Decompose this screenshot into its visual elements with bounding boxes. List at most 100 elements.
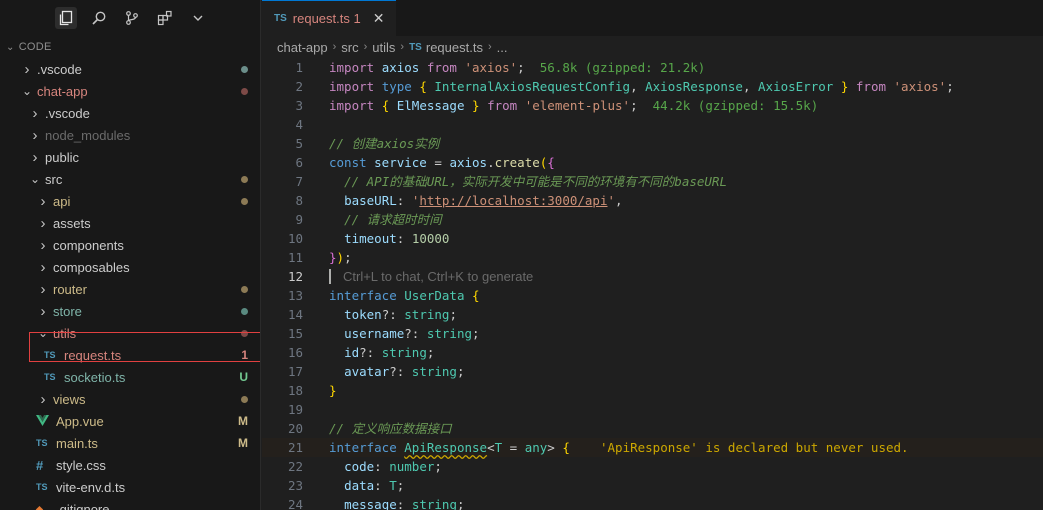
code-token: username [344, 326, 405, 341]
code-token: ; [456, 364, 465, 379]
tree-file[interactable]: TS request.ts 1 [0, 344, 260, 366]
code-line[interactable]: 16 id?: string; [262, 343, 1043, 362]
tree-file[interactable]: TS vite-env.d.ts [0, 476, 260, 498]
code-line[interactable]: 24 message: string; [262, 495, 1043, 510]
tree-folder[interactable]: › api [0, 190, 260, 212]
code-token: = [509, 440, 525, 455]
code-token: : [396, 193, 412, 208]
close-icon[interactable]: ✕ [373, 10, 385, 27]
tree-folder[interactable]: › composables [0, 256, 260, 278]
chevron-down-icon[interactable] [187, 7, 209, 29]
tree-folder[interactable]: › store [0, 300, 260, 322]
chevron-down-icon: ⌄ [37, 326, 49, 340]
url-link[interactable]: http://localhost:3000/api [419, 193, 607, 208]
tree-folder[interactable]: › assets [0, 212, 260, 234]
code-token: axios [449, 155, 488, 170]
code-line[interactable]: 7 // API的基础URL，实际开发中可能是不同的环境有不同的baseURL [262, 172, 1043, 191]
files-icon[interactable] [55, 7, 77, 29]
code-token: id [344, 345, 360, 360]
breadcrumb-more[interactable]: ... [497, 40, 508, 55]
tree-file[interactable]: App.vue M [0, 410, 260, 432]
code-line[interactable]: 20 // 定义响应数据接口 [262, 419, 1043, 438]
code-editor[interactable]: 1 import axios from 'axios'; 56.8k (gzipp… [262, 58, 1043, 510]
tree-folder[interactable]: › public [0, 146, 260, 168]
code-token: = [434, 155, 450, 170]
code-line[interactable]: 23 data: T; [262, 476, 1043, 495]
typescript-file-icon: TS [274, 13, 287, 24]
code-line[interactable]: 8 baseURL: 'http://localhost:3000/api', [262, 191, 1043, 210]
code-line[interactable]: 15 username?: string; [262, 324, 1043, 343]
git-status-badge: 1 [241, 348, 248, 362]
tree-item-label: public [45, 149, 79, 165]
code-line[interactable]: 11}); [262, 248, 1043, 267]
code-line[interactable]: 13 interface UserData { [262, 286, 1043, 305]
typescript-file-icon: TS [44, 350, 56, 360]
tree-folder[interactable]: ⌄ src [0, 168, 260, 190]
code-token: data [344, 478, 375, 493]
code-text: import { ElMessage } from 'element-plus'… [329, 96, 818, 115]
code-line[interactable]: 22 code: number; [262, 457, 1043, 476]
git-status-dot [241, 80, 248, 102]
code-line[interactable]: 9 // 请求超时时间 [262, 210, 1043, 229]
code-line[interactable]: 14 token?: string; [262, 305, 1043, 324]
tree-folder[interactable]: › router [0, 278, 260, 300]
tree-item-label: style.css [56, 457, 106, 473]
code-token: T [494, 440, 510, 455]
code-token: ; [449, 307, 457, 322]
code-line[interactable]: 6 const service = axios.create({ [262, 153, 1043, 172]
code-line[interactable]: 4 [262, 115, 1043, 134]
code-line[interactable]: 18} [262, 381, 1043, 400]
code-text: baseURL: 'http://localhost:3000/api', [329, 191, 623, 210]
tree-folder[interactable]: › components [0, 234, 260, 256]
code-token: from [855, 79, 894, 94]
code-text: avatar?: string; [329, 362, 464, 381]
tree-item-label: composables [53, 259, 130, 275]
code-token: < [487, 440, 495, 455]
code-line[interactable]: 17 avatar?: string; [262, 362, 1043, 381]
line-number: 3 [295, 98, 303, 113]
chevron-right-icon: › [32, 148, 38, 166]
breadcrumb-item[interactable]: utils [372, 40, 395, 55]
code-token: 'axios' [893, 79, 947, 94]
code-line[interactable]: 12 Ctrl+L to chat, Ctrl+K to generate [262, 267, 1043, 286]
code-token: , [630, 79, 646, 94]
tree-folder[interactable]: ⌄ chat-app [0, 80, 260, 102]
tree-item-label: components [53, 237, 124, 253]
explorer-section-header[interactable]: ⌄ CODE [0, 36, 260, 58]
git-status-dot [241, 322, 248, 344]
tree-folder[interactable]: ⌄ utils [0, 322, 260, 344]
code-line[interactable]: 19 [262, 400, 1043, 419]
code-line[interactable]: 2 import type { InternalAxiosRequestConfi… [262, 77, 1043, 96]
tab-request-ts[interactable]: TS request.ts 1 ✕ [262, 0, 397, 36]
tree-item-label: assets [53, 215, 91, 231]
tree-folder[interactable]: › .vscode [0, 58, 260, 80]
code-line[interactable]: 1 import axios from 'axios'; 56.8k (gzipp… [262, 58, 1043, 77]
source-control-icon[interactable] [121, 7, 143, 29]
line-number: 4 [295, 117, 303, 132]
git-status-badge: M [238, 414, 248, 428]
code-line[interactable]: 21 interface ApiResponse<T = any> { 'ApiR… [262, 438, 1043, 457]
tree-folder[interactable]: › node_modules [0, 124, 260, 146]
search-icon[interactable] [88, 7, 110, 29]
breadcrumb-item[interactable]: src [341, 40, 358, 55]
tree-item-label: .vscode [37, 61, 82, 77]
line-number: 1 [295, 60, 303, 75]
code-line[interactable]: 3 import { ElMessage } from 'element-plus… [262, 96, 1043, 115]
code-line[interactable]: 5 // 创建axios实例 [262, 134, 1043, 153]
tree-file[interactable]: TS main.ts M [0, 432, 260, 454]
tree-folder[interactable]: › views [0, 388, 260, 410]
breadcrumb-item[interactable]: chat-app [277, 40, 328, 55]
tree-file[interactable]: # style.css [0, 454, 260, 476]
code-token: create [494, 155, 540, 170]
tree-folder[interactable]: › .vscode [0, 102, 260, 124]
code-line[interactable]: 10 timeout: 10000 [262, 229, 1043, 248]
breadcrumb-file[interactable]: request.ts [426, 40, 483, 55]
code-token: service [374, 155, 435, 170]
import-cost-annotation: 44.2k (gzipped: 15.5k) [652, 98, 819, 113]
tree-file[interactable]: ◆ .gitignore [0, 498, 260, 510]
extensions-icon[interactable] [154, 7, 176, 29]
tree-file[interactable]: TS socketio.ts U [0, 366, 260, 388]
